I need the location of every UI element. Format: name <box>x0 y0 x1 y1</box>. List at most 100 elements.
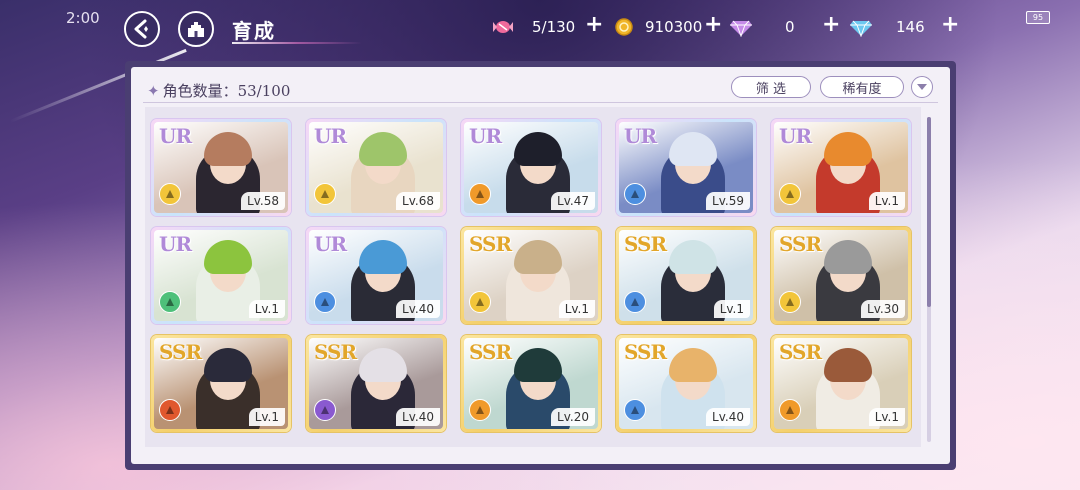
class-icon <box>779 291 801 313</box>
coin-plus-button[interactable]: + <box>704 12 722 37</box>
character-portrait: UR Lv.59 <box>619 122 753 213</box>
character-portrait: UR Lv.1 <box>774 122 908 213</box>
character-portrait: UR Lv.58 <box>154 122 288 213</box>
character-card[interactable]: SSR Lv.30 <box>771 227 911 324</box>
character-portrait: UR Lv.47 <box>464 122 598 213</box>
character-hair <box>669 132 717 166</box>
character-card[interactable]: SSR Lv.1 <box>151 335 291 432</box>
candy-value: 5/130 <box>532 18 576 36</box>
class-icon <box>469 291 491 313</box>
rarity-badge: UR <box>159 232 192 256</box>
rarity-badge: SSR <box>469 232 512 256</box>
rarity-badge: SSR <box>159 340 202 364</box>
character-hair <box>824 348 872 382</box>
class-icon <box>314 183 336 205</box>
header-divider <box>143 102 938 103</box>
class-icon <box>469 183 491 205</box>
class-icon <box>314 399 336 421</box>
rarity-badge: UR <box>314 124 347 148</box>
home-button[interactable] <box>178 11 214 47</box>
character-card[interactable]: SSR Lv.40 <box>616 335 756 432</box>
character-card[interactable]: UR Lv.1 <box>771 119 911 216</box>
character-hair <box>204 132 252 166</box>
character-card[interactable]: SSR Lv.20 <box>461 335 601 432</box>
back-arrow-icon <box>134 19 148 39</box>
class-icon <box>159 291 181 313</box>
level-badge: Lv.40 <box>396 408 440 426</box>
character-card[interactable]: SSR Lv.1 <box>771 335 911 432</box>
character-portrait: SSR Lv.40 <box>619 338 753 429</box>
character-portrait: SSR Lv.1 <box>619 230 753 321</box>
rarity-sort-button[interactable]: 稀有度 <box>820 76 904 98</box>
character-hair <box>669 240 717 274</box>
character-card[interactable]: UR Lv.40 <box>306 227 446 324</box>
status-clock: 2:00 <box>66 9 100 27</box>
page-title: 育成 <box>232 19 276 43</box>
character-hair <box>359 348 407 382</box>
character-portrait: UR Lv.1 <box>154 230 288 321</box>
character-count-label: 角色数量： <box>162 82 238 100</box>
character-card[interactable]: SSR Lv.1 <box>461 227 601 324</box>
level-badge: Lv.40 <box>396 300 440 318</box>
class-icon <box>779 183 801 205</box>
scrollbar[interactable] <box>927 117 931 442</box>
sort-order-button[interactable] <box>911 76 933 98</box>
candy-icon <box>490 14 516 40</box>
character-hair <box>359 240 407 274</box>
level-badge: Lv.1 <box>248 408 285 426</box>
character-panel: ✦ 角色数量：53/100 筛 选 稀有度 UR Lv.58 UR Lv.68 UR Lv.… <box>125 61 956 470</box>
rarity-badge: SSR <box>779 232 822 256</box>
character-portrait: UR Lv.68 <box>309 122 443 213</box>
class-icon <box>779 399 801 421</box>
level-badge: Lv.68 <box>396 192 440 210</box>
rarity-badge: SSR <box>779 340 822 364</box>
scrollbar-thumb[interactable] <box>927 117 931 307</box>
rarity-badge: UR <box>159 124 192 148</box>
character-portrait: SSR Lv.1 <box>774 338 908 429</box>
candy-plus-button[interactable]: + <box>585 12 603 37</box>
character-panel-inner: ✦ 角色数量：53/100 筛 选 稀有度 UR Lv.58 UR Lv.68 UR Lv.… <box>131 67 950 464</box>
class-icon <box>469 399 491 421</box>
character-card[interactable]: UR Lv.58 <box>151 119 291 216</box>
character-card[interactable]: UR Lv.59 <box>616 119 756 216</box>
resource-pink-diamond: 0 <box>728 14 795 40</box>
class-icon <box>624 399 646 421</box>
character-portrait: UR Lv.40 <box>309 230 443 321</box>
character-hair <box>204 240 252 274</box>
blue-diamond-value: 146 <box>896 18 925 36</box>
blue-diamond-icon <box>848 14 874 40</box>
rarity-badge: UR <box>779 124 812 148</box>
character-card[interactable]: SSR Lv.1 <box>616 227 756 324</box>
pink-diamond-value: 0 <box>785 18 795 36</box>
character-card[interactable]: UR Lv.47 <box>461 119 601 216</box>
character-card[interactable]: UR Lv.68 <box>306 119 446 216</box>
rarity-badge: UR <box>624 124 657 148</box>
rarity-badge: SSR <box>469 340 512 364</box>
character-portrait: SSR Lv.1 <box>464 230 598 321</box>
class-icon <box>624 183 646 205</box>
rarity-badge: SSR <box>624 340 667 364</box>
character-count-value: 53/100 <box>237 82 291 100</box>
character-card[interactable]: SSR Lv.40 <box>306 335 446 432</box>
level-badge: Lv.1 <box>713 300 750 318</box>
battery-icon: 95 <box>1026 11 1050 24</box>
title-underline <box>232 42 362 44</box>
back-button[interactable] <box>124 11 160 47</box>
filter-button[interactable]: 筛 选 <box>731 76 811 98</box>
blue-diamond-plus-button[interactable]: + <box>941 12 959 37</box>
rarity-badge: SSR <box>314 340 357 364</box>
character-card[interactable]: UR Lv.1 <box>151 227 291 324</box>
character-hair <box>669 348 717 382</box>
character-hair <box>359 132 407 166</box>
pink-diamond-plus-button[interactable]: + <box>822 12 840 37</box>
level-badge: Lv.58 <box>241 192 285 210</box>
class-icon <box>624 291 646 313</box>
class-icon <box>314 291 336 313</box>
level-badge: Lv.59 <box>706 192 750 210</box>
class-icon <box>159 399 181 421</box>
level-badge: Lv.1 <box>248 300 285 318</box>
battery-level: 95 <box>1032 13 1044 22</box>
pink-diamond-icon <box>728 14 754 40</box>
character-portrait: SSR Lv.30 <box>774 230 908 321</box>
resource-blue-diamond: 146 <box>848 14 925 40</box>
